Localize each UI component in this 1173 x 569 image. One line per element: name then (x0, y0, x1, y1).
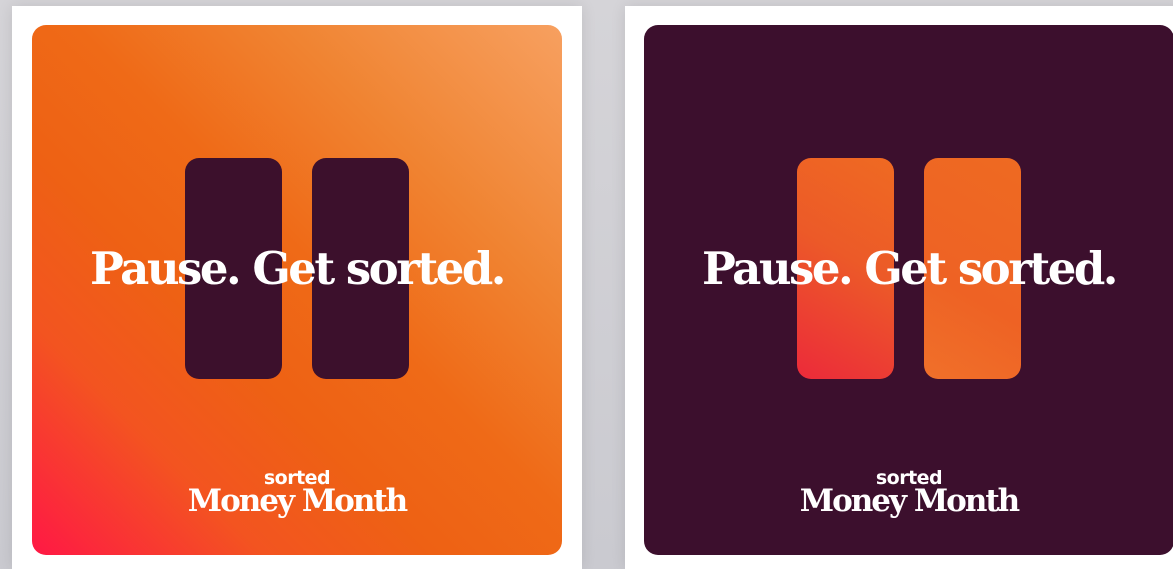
promo-tile-plum[interactable]: Pause. Get sorted. sorted Money Month (644, 25, 1173, 555)
logo-money-month-text: Money Month (187, 483, 408, 519)
card-frame-orange: Pause. Get sorted. sorted Money Month (12, 6, 582, 569)
headline: Pause. Get sorted. (90, 242, 506, 295)
promo-tile-orange[interactable]: Pause. Get sorted. sorted Money Month (32, 25, 562, 555)
headline: Pause. Get sorted. (702, 242, 1118, 295)
sorted-money-month-logo: sorted Money Month (32, 469, 562, 519)
card-frame-plum: Pause. Get sorted. sorted Money Month (625, 6, 1173, 569)
sorted-money-month-logo: sorted Money Month (644, 469, 1173, 519)
logo-money-month-text: Money Month (799, 483, 1020, 519)
